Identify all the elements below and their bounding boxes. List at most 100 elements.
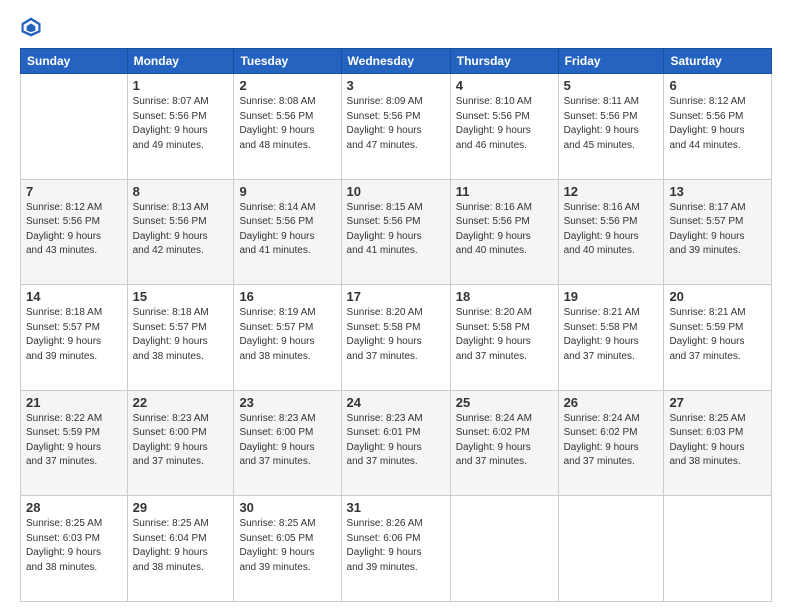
day-info: Sunrise: 8:24 AM Sunset: 6:02 PM Dayligh…: [456, 412, 553, 470]
calendar-cell: 24 Sunrise: 8:23 AM Sunset: 6:01 PM Dayli…: [341, 390, 450, 496]
calendar-cell: 25 Sunrise: 8:24 AM Sunset: 6:02 PM Dayli…: [450, 390, 558, 496]
calendar-cell: 20Sunrise: 8:21 AM Sunset: 5:59 PM Dayli…: [664, 285, 772, 391]
calendar-cell: 4 Sunrise: 8:10 AM Sunset: 5:56 PM Daylig…: [450, 74, 558, 180]
calendar-cell: 13 Sunrise: 8:17 AM Sunset: 5:57 PM Dayli…: [664, 179, 772, 285]
day-info: Sunrise: 8:25 AM Sunset: 6:03 PM Dayligh…: [669, 412, 766, 470]
page: SundayMondayTuesdayWednesdayThursdayFrid…: [0, 0, 792, 612]
day-number: 3: [347, 78, 445, 93]
day-info: Sunrise: 8:26 AM Sunset: 6:06 PM Dayligh…: [347, 517, 445, 575]
day-number: 12: [564, 184, 659, 199]
day-info: Sunrise: 8:08 AM Sunset: 5:56 PM Dayligh…: [239, 95, 335, 153]
calendar-cell: [450, 496, 558, 602]
day-info: Sunrise: 8:24 AM Sunset: 6:02 PM Dayligh…: [564, 412, 659, 470]
calendar-body: 1 Sunrise: 8:07 AM Sunset: 5:56 PM Daylig…: [21, 74, 772, 602]
weekday-header: Thursday: [450, 49, 558, 74]
day-number: 10: [347, 184, 445, 199]
day-number: 19: [564, 289, 659, 304]
calendar-cell: 27Sunrise: 8:25 AM Sunset: 6:03 PM Dayli…: [664, 390, 772, 496]
day-number: 26: [564, 395, 659, 410]
calendar-cell: 21 Sunrise: 8:22 AM Sunset: 5:59 PM Dayli…: [21, 390, 128, 496]
day-info: Sunrise: 8:20 AM Sunset: 5:58 PM Dayligh…: [456, 306, 553, 364]
day-number: 21: [26, 395, 122, 410]
day-info: Sunrise: 8:07 AM Sunset: 5:56 PM Dayligh…: [133, 95, 229, 153]
calendar-table: SundayMondayTuesdayWednesdayThursdayFrid…: [20, 48, 772, 602]
calendar-cell: 16 Sunrise: 8:19 AM Sunset: 5:57 PM Dayli…: [234, 285, 341, 391]
day-number: 24: [347, 395, 445, 410]
day-info: Sunrise: 8:17 AM Sunset: 5:57 PM Dayligh…: [669, 201, 766, 259]
day-info: Sunrise: 8:16 AM Sunset: 5:56 PM Dayligh…: [564, 201, 659, 259]
day-number: 5: [564, 78, 659, 93]
day-info: Sunrise: 8:16 AM Sunset: 5:56 PM Dayligh…: [456, 201, 553, 259]
calendar-cell: 11 Sunrise: 8:16 AM Sunset: 5:56 PM Dayli…: [450, 179, 558, 285]
day-number: 11: [456, 184, 553, 199]
day-info: Sunrise: 8:23 AM Sunset: 6:01 PM Dayligh…: [347, 412, 445, 470]
day-number: 29: [133, 500, 229, 515]
day-number: 13: [669, 184, 766, 199]
day-number: 22: [133, 395, 229, 410]
day-info: Sunrise: 8:13 AM Sunset: 5:56 PM Dayligh…: [133, 201, 229, 259]
weekday-header: Wednesday: [341, 49, 450, 74]
weekday-header: Saturday: [664, 49, 772, 74]
day-info: Sunrise: 8:11 AM Sunset: 5:56 PM Dayligh…: [564, 95, 659, 153]
day-number: 6: [669, 78, 766, 93]
logo-icon: [20, 16, 42, 38]
calendar-cell: 3 Sunrise: 8:09 AM Sunset: 5:56 PM Daylig…: [341, 74, 450, 180]
day-info: Sunrise: 8:12 AM Sunset: 5:56 PM Dayligh…: [26, 201, 122, 259]
calendar-week-row: 21 Sunrise: 8:22 AM Sunset: 5:59 PM Dayli…: [21, 390, 772, 496]
calendar-cell: 12 Sunrise: 8:16 AM Sunset: 5:56 PM Dayli…: [558, 179, 664, 285]
calendar-week-row: 7 Sunrise: 8:12 AM Sunset: 5:56 PM Daylig…: [21, 179, 772, 285]
day-number: 25: [456, 395, 553, 410]
calendar-cell: 30Sunrise: 8:25 AM Sunset: 6:05 PM Dayli…: [234, 496, 341, 602]
day-info: Sunrise: 8:23 AM Sunset: 6:00 PM Dayligh…: [133, 412, 229, 470]
calendar-week-row: 28 Sunrise: 8:25 AM Sunset: 6:03 PM Dayli…: [21, 496, 772, 602]
day-info: Sunrise: 8:10 AM Sunset: 5:56 PM Dayligh…: [456, 95, 553, 153]
day-info: Sunrise: 8:19 AM Sunset: 5:57 PM Dayligh…: [239, 306, 335, 364]
calendar-cell: 22 Sunrise: 8:23 AM Sunset: 6:00 PM Dayli…: [127, 390, 234, 496]
day-info: Sunrise: 8:18 AM Sunset: 5:57 PM Dayligh…: [26, 306, 122, 364]
weekday-header: Monday: [127, 49, 234, 74]
calendar-cell: 10 Sunrise: 8:15 AM Sunset: 5:56 PM Dayli…: [341, 179, 450, 285]
calendar-week-row: 14 Sunrise: 8:18 AM Sunset: 5:57 PM Dayli…: [21, 285, 772, 391]
day-info: Sunrise: 8:09 AM Sunset: 5:56 PM Dayligh…: [347, 95, 445, 153]
calendar-cell: 17Sunrise: 8:20 AM Sunset: 5:58 PM Dayli…: [341, 285, 450, 391]
calendar-cell: 29 Sunrise: 8:25 AM Sunset: 6:04 PM Dayli…: [127, 496, 234, 602]
day-number: 4: [456, 78, 553, 93]
day-info: Sunrise: 8:15 AM Sunset: 5:56 PM Dayligh…: [347, 201, 445, 259]
weekday-header: Tuesday: [234, 49, 341, 74]
day-number: 16: [239, 289, 335, 304]
day-number: 15: [133, 289, 229, 304]
day-number: 14: [26, 289, 122, 304]
calendar-cell: [558, 496, 664, 602]
day-number: 30: [239, 500, 335, 515]
day-number: 23: [239, 395, 335, 410]
calendar-cell: [664, 496, 772, 602]
day-info: Sunrise: 8:25 AM Sunset: 6:03 PM Dayligh…: [26, 517, 122, 575]
calendar-cell: 18Sunrise: 8:20 AM Sunset: 5:58 PM Dayli…: [450, 285, 558, 391]
day-number: 8: [133, 184, 229, 199]
calendar-cell: 1 Sunrise: 8:07 AM Sunset: 5:56 PM Daylig…: [127, 74, 234, 180]
calendar-cell: 31 Sunrise: 8:26 AM Sunset: 6:06 PM Dayli…: [341, 496, 450, 602]
calendar-cell: 28 Sunrise: 8:25 AM Sunset: 6:03 PM Dayli…: [21, 496, 128, 602]
day-number: 9: [239, 184, 335, 199]
calendar-cell: 2 Sunrise: 8:08 AM Sunset: 5:56 PM Daylig…: [234, 74, 341, 180]
day-number: 17: [347, 289, 445, 304]
calendar-cell: 7 Sunrise: 8:12 AM Sunset: 5:56 PM Daylig…: [21, 179, 128, 285]
weekday-header: Friday: [558, 49, 664, 74]
day-number: 31: [347, 500, 445, 515]
calendar-cell: [21, 74, 128, 180]
weekday-row: SundayMondayTuesdayWednesdayThursdayFrid…: [21, 49, 772, 74]
day-number: 2: [239, 78, 335, 93]
day-info: Sunrise: 8:25 AM Sunset: 6:04 PM Dayligh…: [133, 517, 229, 575]
calendar-cell: 23 Sunrise: 8:23 AM Sunset: 6:00 PM Dayli…: [234, 390, 341, 496]
day-info: Sunrise: 8:22 AM Sunset: 5:59 PM Dayligh…: [26, 412, 122, 470]
day-info: Sunrise: 8:23 AM Sunset: 6:00 PM Dayligh…: [239, 412, 335, 470]
logo: [20, 16, 46, 38]
calendar-week-row: 1 Sunrise: 8:07 AM Sunset: 5:56 PM Daylig…: [21, 74, 772, 180]
day-number: 7: [26, 184, 122, 199]
calendar-cell: 26 Sunrise: 8:24 AM Sunset: 6:02 PM Dayli…: [558, 390, 664, 496]
day-info: Sunrise: 8:14 AM Sunset: 5:56 PM Dayligh…: [239, 201, 335, 259]
calendar-cell: 8 Sunrise: 8:13 AM Sunset: 5:56 PM Daylig…: [127, 179, 234, 285]
calendar-cell: 14 Sunrise: 8:18 AM Sunset: 5:57 PM Dayli…: [21, 285, 128, 391]
day-number: 28: [26, 500, 122, 515]
day-number: 1: [133, 78, 229, 93]
